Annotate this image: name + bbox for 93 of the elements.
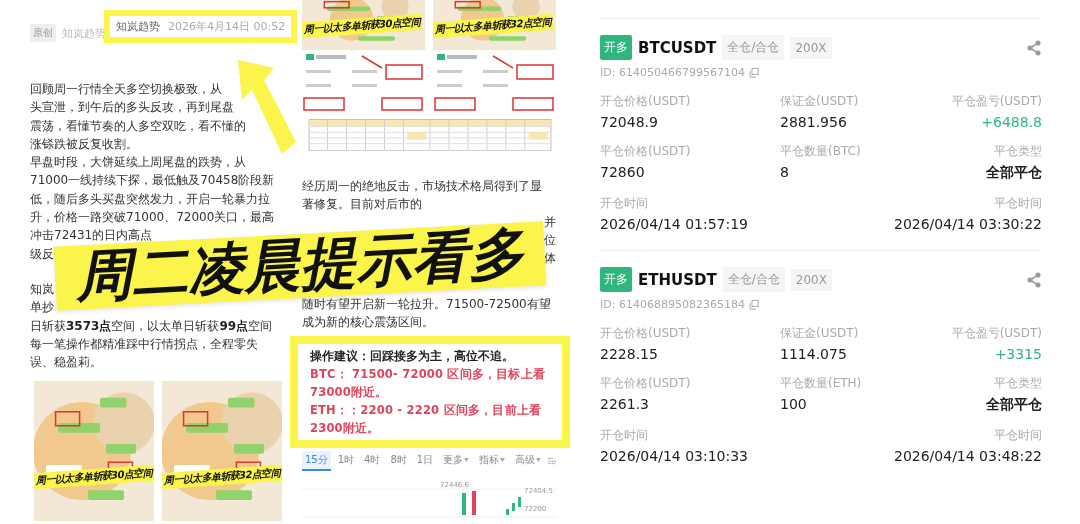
- paragraph-line: 著修复。目前对后市的: [302, 196, 423, 214]
- field-value: 全部平仓: [986, 396, 1042, 414]
- field-label: 平仓盈亏(USDT): [951, 325, 1042, 342]
- side-tag: 开多: [600, 267, 632, 292]
- field-label: 开仓时间: [600, 427, 648, 444]
- advice-title: 操作建议：回踩接多为主，高位不追。: [310, 347, 515, 365]
- field-value: 全部平仓: [986, 164, 1042, 182]
- author-name: 知岚趋势: [116, 18, 160, 34]
- field-value: 100: [780, 396, 807, 412]
- paragraph-line: 每一笔操作都精准踩中行情拐点，全程零失: [30, 335, 259, 353]
- paragraph-line: 日斩获3573点空间，以太单日斩获99点空间: [30, 317, 274, 335]
- field-value: 72048.9: [600, 114, 658, 130]
- field-value: 2228.15: [600, 346, 658, 362]
- paragraph-line: 升，价格一路突破71000、72000关口，最高: [30, 209, 276, 227]
- field-value: 2026/04/14 01:57:19: [600, 216, 749, 232]
- paragraph-fragment: 位: [544, 232, 556, 250]
- field-label: 开仓价格(USDT): [600, 93, 691, 110]
- paragraph-line: 71000一线持续下探，最低触及70458阶段新: [30, 172, 276, 190]
- field-value: 1114.075: [780, 346, 847, 362]
- paragraph-fragment: 并: [544, 214, 556, 232]
- margin-mode-chip: 全仓/合仓: [722, 267, 785, 292]
- paragraph-line: 回顾周一行情全天多空切换极致，从: [30, 81, 223, 98]
- margin-mode-chip: 全仓/合仓: [722, 35, 785, 60]
- paragraph-line: 级反: [30, 245, 55, 263]
- field-label: 平仓类型: [994, 143, 1042, 160]
- field-value: 8: [780, 164, 789, 180]
- candle: [462, 492, 466, 515]
- field-label: 平仓数量(BTC): [780, 143, 861, 160]
- candle: [506, 508, 509, 515]
- side-tag: 开多: [600, 35, 632, 60]
- field-label: 平仓数量(ETH): [780, 375, 862, 392]
- publish-date: 2026年4月14日 00:52: [168, 18, 286, 34]
- paragraph-line: 涨铩跌被反复收割。: [30, 135, 139, 153]
- paragraph-line: 单抄: [30, 299, 55, 317]
- interval-tab[interactable]: 1时: [334, 450, 358, 471]
- paragraph-line: 经历周一的绝地反击，市场技术格局得到了显: [302, 177, 543, 195]
- interval-tab[interactable]: 8时: [387, 450, 410, 471]
- paragraph-line: 知岚: [30, 280, 55, 298]
- paragraph-line: 误、稳盈莉。: [30, 354, 103, 372]
- field-label: 平仓盈亏(USDT): [951, 93, 1042, 110]
- field-value: 2026/04/14 03:48:22: [893, 448, 1042, 464]
- advice-line: BTC： 71500- 72000 区间多，目标上看: [310, 365, 547, 383]
- interval-tab[interactable]: 15分: [302, 450, 331, 471]
- candle: [512, 502, 515, 511]
- interval-tab[interactable]: 1日: [413, 450, 437, 471]
- paragraph-line: 随时有望开启新一轮拉升。71500-72500有望: [302, 295, 552, 313]
- paragraph-line: 低，随后多头买盘突然发力，开启一轮暴力拉: [30, 190, 271, 208]
- paragraph-line: 震荡，看懂节奏的人多空双吃，看不懂的: [30, 117, 247, 135]
- advice-line: 2300附近。: [310, 419, 381, 437]
- order-id: ID: 614068895082365184: [600, 298, 745, 311]
- paragraph-line: 头宣泄，到午后的多头反攻，再到尾盘: [30, 99, 235, 117]
- field-label: 保证金(USDT): [780, 325, 859, 342]
- field-value: 2026/04/14 03:10:33: [600, 448, 749, 464]
- field-label: 平仓时间: [994, 195, 1042, 212]
- field-value: 2026/04/14 03:30:22: [893, 216, 1042, 232]
- caret-icon: [536, 457, 542, 462]
- interval-tab[interactable]: 高级: [512, 450, 545, 471]
- field-label: 平仓价格(USDT): [600, 375, 691, 392]
- leverage-chip: 200X: [790, 268, 832, 291]
- field-label: 开仓价格(USDT): [600, 325, 691, 342]
- source-badge: 原创: [30, 24, 56, 42]
- field-value: +3315: [994, 346, 1042, 362]
- symbol-name: ETHUSDT: [638, 270, 717, 289]
- symbol-name: BTCUSDT: [638, 38, 717, 57]
- leverage-chip: 200X: [790, 36, 832, 59]
- caret-icon: [500, 457, 506, 462]
- field-value: +6488.8: [981, 114, 1042, 130]
- share-icon[interactable]: [1026, 271, 1042, 288]
- copy-icon[interactable]: [748, 67, 759, 78]
- field-label: 开仓时间: [600, 195, 648, 212]
- candle: [518, 496, 521, 507]
- interval-tab[interactable]: 指标: [476, 450, 509, 471]
- copy-icon[interactable]: [748, 299, 759, 310]
- share-icon[interactable]: [1026, 39, 1042, 56]
- advice-line: ETH：：2200 - 2220 区间多，目前上看: [310, 401, 543, 419]
- advice-line: 73000附近。: [310, 383, 389, 401]
- field-label: 保证金(USDT): [780, 93, 859, 110]
- field-value: 72860: [600, 164, 645, 180]
- field-label: 平仓价格(USDT): [600, 143, 691, 160]
- paragraph-line: 早盘时段，大饼延续上周尾盘的跌势，从: [30, 154, 247, 172]
- author-name: 知岚趋势: [62, 25, 106, 41]
- caret-icon: [464, 457, 470, 462]
- interval-tab[interactable]: 4时: [361, 450, 384, 471]
- candle: [472, 490, 476, 515]
- order-id: ID: 614050466799567104: [600, 66, 745, 79]
- settings-icon[interactable]: [548, 455, 556, 466]
- field-value: 2261.3: [600, 396, 649, 412]
- field-value: 2881.956: [780, 114, 847, 130]
- paragraph-line: 成为新的核心震荡区间。: [302, 314, 435, 332]
- field-label: 平仓类型: [994, 375, 1042, 392]
- interval-tab[interactable]: 更多: [440, 450, 473, 471]
- paragraph-line: 冲击72431的日内高点: [30, 227, 154, 245]
- field-label: 平仓时间: [994, 427, 1042, 444]
